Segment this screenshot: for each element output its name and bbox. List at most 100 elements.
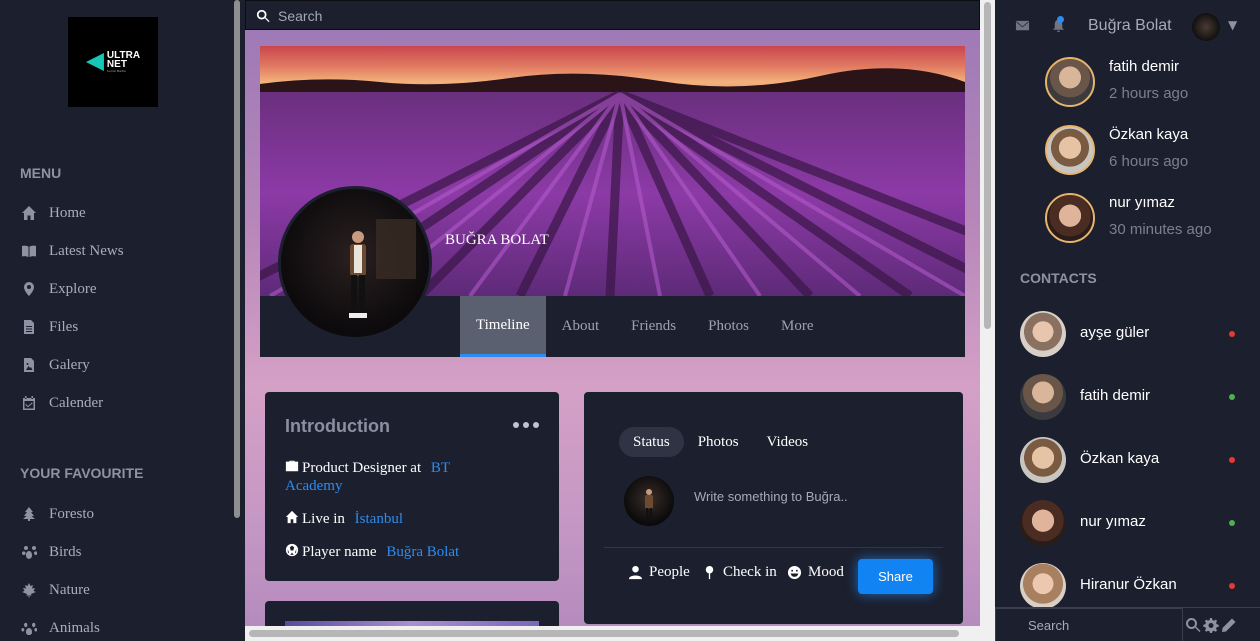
tab-friends[interactable]: Friends [615,296,692,357]
more-options-icon[interactable] [513,422,539,428]
image-file-icon [20,357,37,374]
contact-search-tools [1185,617,1237,633]
current-user-name[interactable]: Buğra Bolat [1088,17,1172,35]
left-sidebar: ULTRA NET Social Media MENU Home Latest … [0,0,230,641]
logo-line3: Social Media [106,69,126,73]
post-input[interactable] [694,489,944,504]
notification-time: 30 minutes ago [1109,221,1212,238]
post-divider [604,547,943,548]
search-icon[interactable] [1185,617,1201,633]
sidebar-item-birds[interactable]: Birds [20,542,82,562]
sidebar-item-explore[interactable]: Explore [20,279,96,299]
share-button[interactable]: Share [858,559,933,594]
check-in-button[interactable]: Check in [702,564,777,581]
tab-about[interactable]: About [546,296,616,357]
profile-name: BUĞRA BOLAT [445,232,549,248]
intro-live-text: Live in [302,511,345,527]
tab-videos[interactable]: Videos [753,427,823,457]
content-scrollbar[interactable] [980,0,995,641]
sidebar-scrollbar[interactable] [234,0,240,518]
composer-avatar [624,476,674,526]
contact-item[interactable]: Hiranur Özkan [1020,563,1235,609]
contact-item[interactable]: fatih demir [1020,374,1235,420]
people-button[interactable]: People [628,564,690,581]
sidebar-item-calender[interactable]: Calender [20,393,103,413]
home-icon [20,205,37,222]
introduction-card: Introduction Product Designer at BT Acad… [265,392,559,581]
top-search[interactable]: Search [256,8,322,24]
main-content: BUĞRA BOLAT Timeline About Friends Photo… [245,0,980,641]
avatar [1020,311,1066,357]
sidebar-item-label: Foresto [49,505,94,522]
paw-icon [20,620,37,637]
pin-icon [705,565,714,580]
tab-photos[interactable]: Photos [692,296,765,357]
avatar [1020,437,1066,483]
contact-item[interactable]: nur yımaz [1020,500,1235,546]
sidebar-item-label: Explore [49,280,97,297]
user-topbar: Buğra Bolat ▼ [995,0,1260,55]
sidebar-item-latest-news[interactable]: Latest News [20,241,124,261]
tab-more[interactable]: More [765,296,830,357]
contacts-heading: CONTACTS [1020,270,1097,286]
contact-name: nur yımaz [1080,513,1146,530]
menu-heading: MENU [20,165,62,181]
sidebar-item-label: Galery [49,356,90,373]
chevron-down-icon[interactable]: ▼ [1228,18,1237,32]
gear-icon[interactable] [1203,617,1219,633]
intro-player-link[interactable]: Buğra Bolat [386,544,459,560]
top-search-bar: Search [245,0,980,30]
sidebar-item-nature[interactable]: Nature [20,580,90,600]
sidebar-item-galery[interactable]: Galery [20,355,90,375]
check-in-label: Check in [723,564,777,580]
file-icon [20,319,37,336]
contact-name: Özkan kaya [1080,450,1160,467]
notification-name: fatih demir [1109,58,1180,75]
intro-job: Product Designer at BT Academy [285,459,475,495]
profile-avatar[interactable] [278,186,432,340]
calendar-icon [20,395,37,412]
app-logo[interactable]: ULTRA NET Social Media [68,17,158,107]
sidebar-item-files[interactable]: Files [20,317,78,337]
horizontal-scrollbar[interactable] [245,626,980,641]
sidebar-item-label: Animals [49,619,100,636]
sidebar-item-label: Home [49,204,86,221]
book-icon [20,243,37,260]
tab-status[interactable]: Status [619,427,684,457]
tab-timeline[interactable]: Timeline [460,296,546,357]
bird-icon [20,544,37,561]
post-composer-card: Status Photos Videos People Check in Moo… [584,392,963,624]
sidebar-item-foresto[interactable]: Foresto [20,504,94,524]
favourite-heading: YOUR FAVOURITE [20,465,144,481]
contact-name: fatih demir [1080,387,1151,404]
intro-live-link[interactable]: İstanbul [355,511,403,527]
logo-triangle-icon [85,53,104,71]
notification-name: Özkan kaya [1109,126,1189,143]
online-status-icon [1229,394,1235,400]
contact-item[interactable]: Özkan kaya [1020,437,1235,483]
online-status-icon [1229,520,1235,526]
sidebar-item-home[interactable]: Home [20,203,86,223]
sidebar-item-animals[interactable]: Animals [20,618,100,638]
contact-search-input[interactable] [995,608,1183,641]
sidebar-item-label: Files [49,318,79,335]
map-pin-icon [20,281,37,298]
logo-line2: NET [106,59,127,70]
sidebar-item-label: Birds [49,543,82,560]
profile-header-card: BUĞRA BOLAT Timeline About Friends Photo… [260,46,965,357]
offline-status-icon [1229,583,1235,589]
offline-status-icon [1229,331,1235,337]
people-label: People [649,564,690,580]
avatar [1020,563,1066,609]
tree-icon [20,506,37,523]
search-icon [256,9,270,23]
mood-label: Mood [808,564,844,580]
right-panel: Buğra Bolat ▼ fatih demir 2 hours ago Öz… [995,0,1260,641]
profile-tabs: Timeline About Friends Photos More [460,296,829,357]
current-user-avatar[interactable] [1192,13,1220,41]
pencil-icon[interactable] [1221,617,1237,633]
mail-icon[interactable] [1015,18,1031,34]
tab-post-photos[interactable]: Photos [684,427,753,457]
contact-item[interactable]: ayşe güler [1020,311,1235,357]
mood-button[interactable]: Mood [787,564,844,581]
